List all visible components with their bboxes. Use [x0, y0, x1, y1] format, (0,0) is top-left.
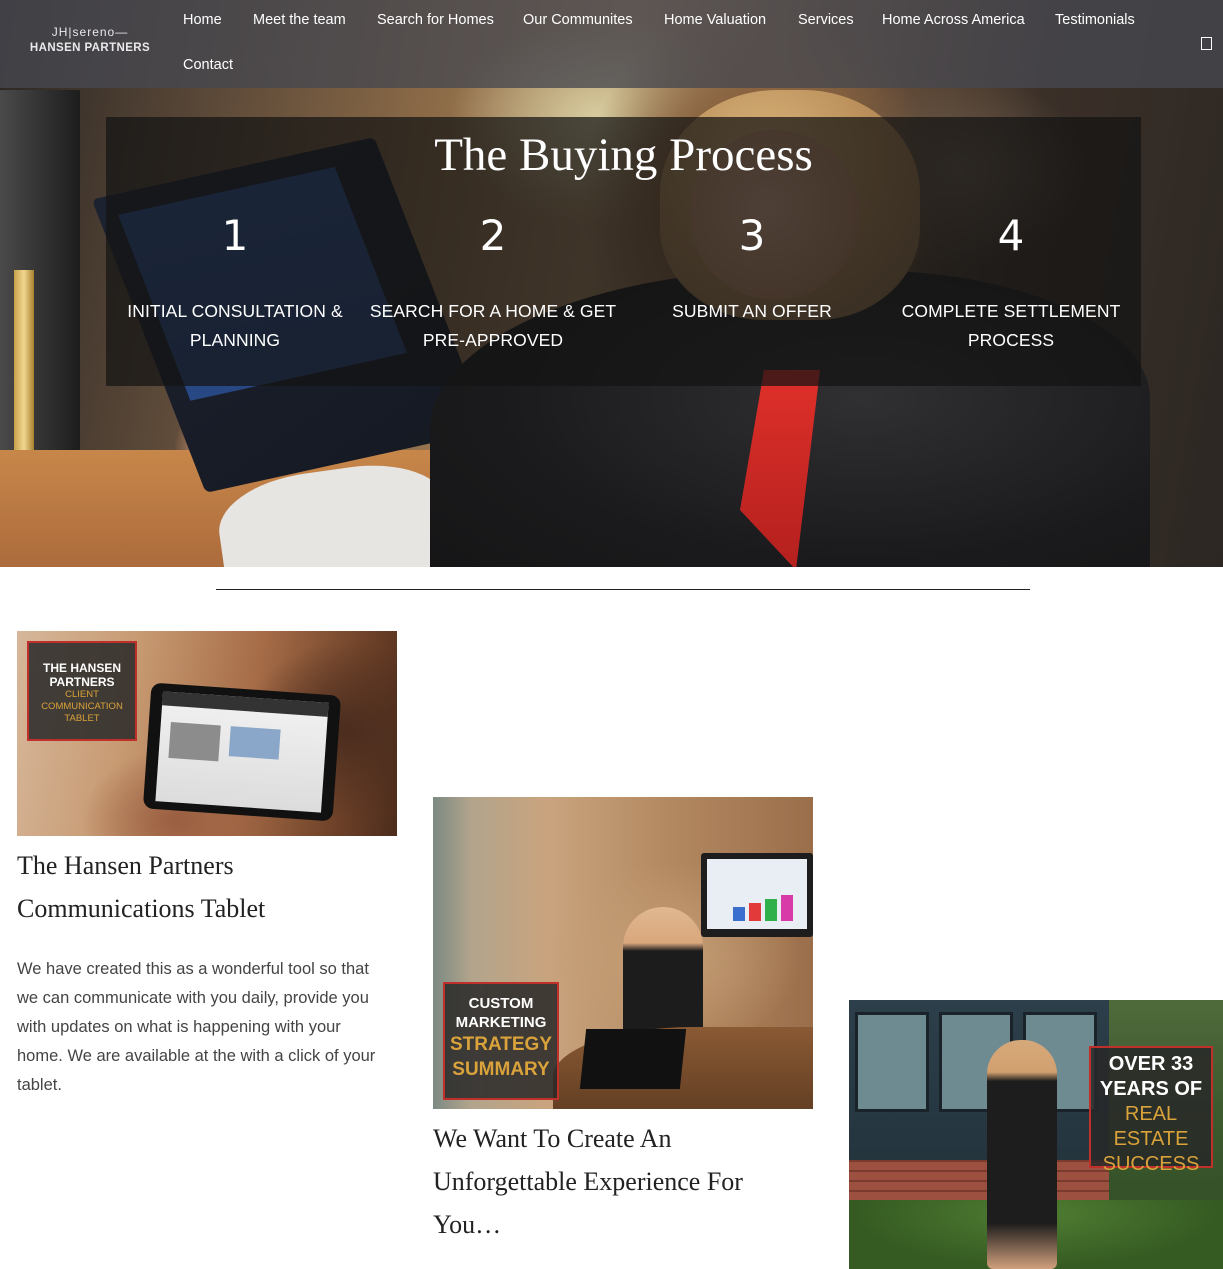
- title-line: The Hansen Partners: [17, 851, 234, 880]
- process-step-2: 2 SEARCH FOR A HOME & GET PRE-APPROVED: [368, 211, 618, 355]
- title-line: Communications Tablet: [17, 894, 266, 923]
- overlay-line: SUMMARY: [452, 1059, 550, 1080]
- menu-square-icon[interactable]: [1201, 37, 1212, 50]
- screen-bar: [781, 895, 793, 921]
- presentation-screen: [707, 859, 807, 929]
- tablet-screen: [155, 691, 329, 813]
- overlay-line: CLIENT COMMUNICATION: [41, 689, 123, 712]
- process-step-1: 1 INITIAL CONSULTATION & PLANNING: [110, 211, 360, 355]
- overlay-line: YEARS OF: [1099, 1078, 1203, 1100]
- laptop-illustration: [579, 1029, 687, 1089]
- overlay-line: STRATEGY: [449, 1034, 553, 1055]
- step-label: COMPLETE SETTLEMENT PROCESS: [886, 297, 1136, 355]
- step-label-line: PROCESS: [967, 330, 1055, 350]
- tablet-illustration: [142, 682, 342, 822]
- marketing-feature-image[interactable]: CUSTOM MARKETING STRATEGY SUMMARY: [433, 797, 813, 1109]
- nav-our-communities[interactable]: Our Communites: [523, 10, 633, 30]
- step-label-line: PRE-APPROVED: [422, 330, 564, 350]
- buying-process-title: The Buying Process: [434, 129, 813, 181]
- nav-contact[interactable]: Contact: [183, 55, 233, 75]
- step-number: 3: [738, 211, 766, 260]
- step-number: 2: [479, 211, 507, 260]
- logo-top-text: JH|sereno—: [51, 25, 129, 39]
- nav-home-valuation[interactable]: Home Valuation: [664, 10, 766, 30]
- experience-card-title[interactable]: We Want To Create An Unforgettable Exper…: [433, 1117, 743, 1246]
- nav-home-across-america[interactable]: Home Across America: [882, 10, 1025, 30]
- overlay-line: THE HANSEN: [42, 661, 121, 675]
- step-number: 4: [997, 211, 1025, 260]
- nav-home[interactable]: Home: [183, 10, 222, 30]
- tablet-image-overlay-label: THE HANSEN PARTNERS CLIENT COMMUNICATION…: [27, 641, 137, 741]
- overlay-line: CUSTOM: [468, 995, 534, 1012]
- buying-process-panel: The Buying Process 1 INITIAL CONSULTATIO…: [106, 117, 1141, 386]
- text-line: we can communicate with you daily, provi…: [17, 989, 369, 1007]
- tablet-feature-image[interactable]: THE HANSEN PARTNERS CLIENT COMMUNICATION…: [17, 631, 397, 836]
- text-line: We have created this as a wonderful tool…: [17, 960, 369, 978]
- step-label: SUBMIT AN OFFER: [627, 297, 877, 326]
- screen-bar: [749, 903, 761, 921]
- tablet-card-description: We have created this as a wonderful tool…: [17, 955, 397, 1100]
- nav-search-for-homes[interactable]: Search for Homes: [377, 10, 494, 30]
- overlay-line: PARTNERS: [49, 675, 115, 689]
- text-line: tablet.: [17, 1076, 62, 1094]
- screen-bar: [765, 899, 777, 921]
- text-line: with updates on what is happening with y…: [17, 1018, 341, 1036]
- overlay-line: MARKETING: [455, 1014, 547, 1031]
- screen-bar: [733, 907, 745, 921]
- step-label: SEARCH FOR A HOME & GET PRE-APPROVED: [368, 297, 618, 355]
- realtor-illustration: [987, 1040, 1057, 1269]
- window-illustration: [855, 1012, 929, 1112]
- title-line: Unforgettable Experience For: [433, 1167, 743, 1196]
- tablet-screen-photo: [168, 721, 221, 762]
- success-image-overlay-label: OVER 33 YEARS OF REAL ESTATE SUCCESS: [1089, 1046, 1213, 1175]
- tablet-screen-header: [162, 691, 329, 717]
- process-step-4: 4 COMPLETE SETTLEMENT PROCESS: [886, 211, 1136, 355]
- overlay-line: SUCCESS: [1102, 1153, 1200, 1175]
- title-line: We Want To Create An: [433, 1124, 672, 1153]
- overlay-line: TABLET: [64, 713, 100, 724]
- logo-bottom-text: HANSEN PARTNERS: [29, 42, 151, 54]
- presentation-screen-illustration: [701, 853, 813, 937]
- section-divider: [216, 589, 1030, 590]
- step-label-line: SUBMIT AN OFFER: [672, 301, 832, 321]
- overlay-line: REAL ESTATE: [1113, 1103, 1189, 1150]
- step-label-line: COMPLETE SETTLEMENT: [901, 301, 1121, 321]
- site-logo[interactable]: JH|sereno— HANSEN PARTNERS: [26, 24, 154, 64]
- step-label-line: SEARCH FOR A HOME & GET: [369, 301, 617, 321]
- step-label-line: INITIAL CONSULTATION &: [127, 301, 343, 321]
- step-label-line: PLANNING: [189, 330, 281, 350]
- marketing-image-overlay-label: CUSTOM MARKETING STRATEGY SUMMARY: [443, 982, 559, 1100]
- step-number: 1: [221, 211, 249, 260]
- nav-testimonials[interactable]: Testimonials: [1055, 10, 1135, 30]
- step-label: INITIAL CONSULTATION & PLANNING: [110, 297, 360, 355]
- text-line: home. We are available at the with a cli…: [17, 1047, 376, 1065]
- success-feature-image[interactable]: OVER 33 YEARS OF REAL ESTATE SUCCESS: [849, 1000, 1223, 1269]
- process-step-3: 3 SUBMIT AN OFFER: [627, 211, 877, 326]
- overlay-line: OVER 33: [1108, 1053, 1194, 1075]
- nav-services[interactable]: Services: [798, 10, 854, 30]
- title-line: You…: [433, 1210, 502, 1239]
- tablet-screen-photo: [228, 726, 281, 760]
- top-navigation: JH|sereno— HANSEN PARTNERS Home Meet the…: [0, 0, 1223, 88]
- tablet-card-title[interactable]: The Hansen Partners Communications Table…: [17, 844, 265, 930]
- nav-meet-the-team[interactable]: Meet the team: [253, 10, 346, 30]
